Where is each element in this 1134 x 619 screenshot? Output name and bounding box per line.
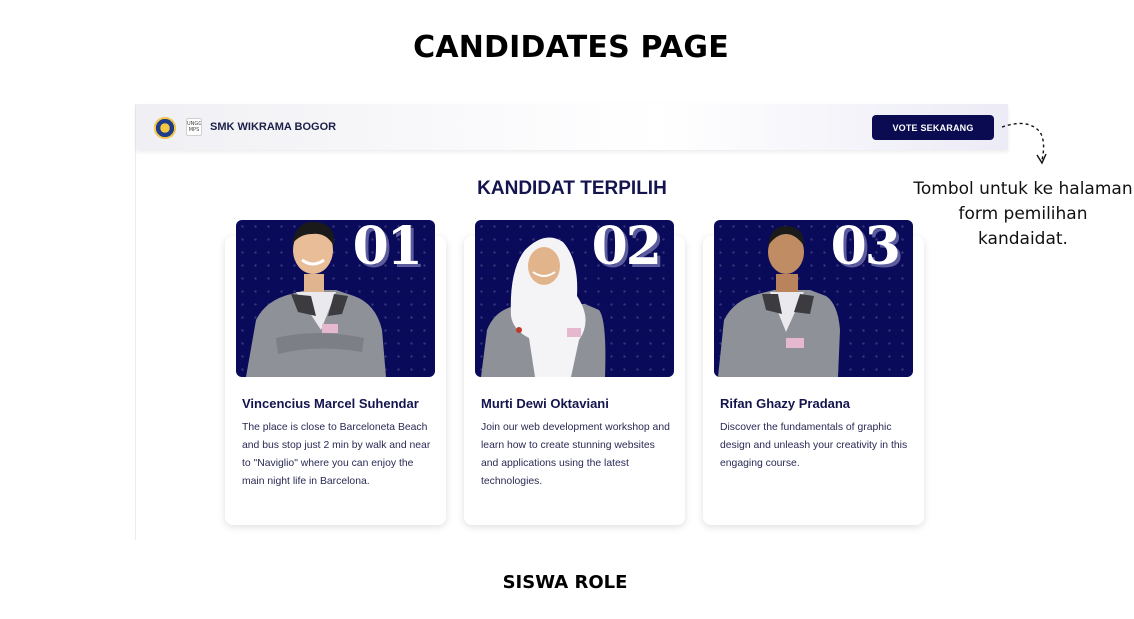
candidate-number-3: 03 [830, 220, 901, 277]
candidate-number-1: 01 [352, 220, 423, 277]
candidate-description-2: Join our web development workshop and le… [481, 422, 670, 487]
candidate-card-2[interactable]: 02 Murti Dewi Oktaviani Join our web dev… [464, 220, 685, 525]
candidate-number-2: 02 [591, 220, 662, 277]
school-name[interactable]: SMK WIKRAMA BOGOR [210, 121, 336, 133]
page-title: CANDIDATES PAGE [413, 30, 729, 65]
candidate-card-1[interactable]: 01 Vincencius Marcel Suhendar The place … [225, 220, 446, 525]
candidate-name-2: Murti Dewi Oktaviani [481, 396, 609, 411]
navbar: UNGGUL MPS SMK WIKRAMA BOGOR VOTE SEKARA… [136, 104, 1008, 150]
vote-now-button[interactable]: VOTE SEKARANG [872, 115, 994, 140]
dashed-arrow-icon [1001, 122, 1047, 165]
candidate-photo-3: 03 [714, 220, 913, 377]
annotation-text: Tombol untuk ke halaman form pemilihan k… [913, 179, 1133, 249]
section-title: KANDIDAT TERPILIH [477, 178, 667, 199]
candidate-description-1: The place is close to Barceloneta Beach … [242, 422, 431, 487]
candidate-photo-2: 02 [475, 220, 674, 377]
candidate-card-3[interactable]: 03 Rifan Ghazy Pradana Discover the fund… [703, 220, 924, 525]
secondary-logo: UNGGUL MPS [186, 118, 202, 136]
candidate-description-3: Discover the fundamentals of graphic des… [720, 422, 908, 469]
role-label: SISWA ROLE [502, 572, 628, 593]
app-screen: UNGGUL MPS SMK WIKRAMA BOGOR VOTE SEKARA… [135, 104, 1008, 540]
candidate-name-3: Rifan Ghazy Pradana [720, 396, 851, 411]
candidate-name-1: Vincencius Marcel Suhendar [242, 396, 419, 411]
school-logo[interactable] [154, 117, 176, 139]
candidate-photo-1: 01 [236, 220, 435, 377]
